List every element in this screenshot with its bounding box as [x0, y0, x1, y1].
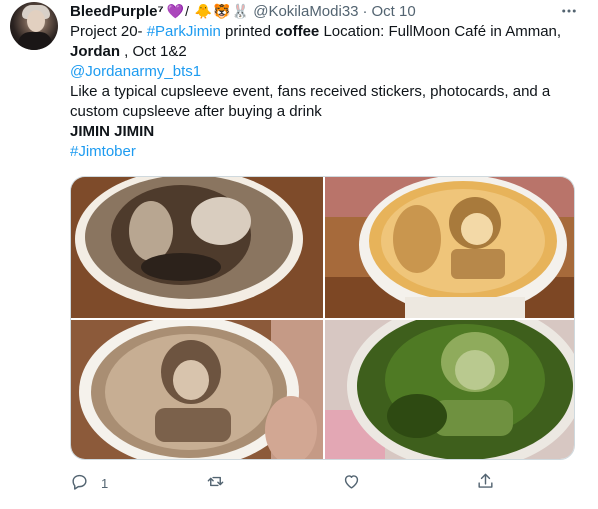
- text-segment: printed: [220, 23, 276, 40]
- matcha-photo-4[interactable]: [325, 320, 574, 459]
- text-segment: Project 20-: [70, 23, 147, 40]
- reply-icon: [70, 472, 89, 494]
- avatar-body: [18, 32, 52, 50]
- text-segment: Location: FullMoon Café in Amman,: [319, 23, 562, 40]
- text-line-1: Project 20- #ParkJimin printed coffee Lo…: [70, 22, 580, 42]
- name-emojis: 💜/ 🐥🐯🐰: [166, 2, 251, 19]
- avatar-face: [27, 10, 45, 32]
- latte-photo-3[interactable]: [71, 320, 323, 459]
- text-segment: custom cupsleeve after buying a drink: [70, 103, 322, 120]
- bold-jimin-jimin: JIMIN JIMIN: [70, 123, 155, 140]
- tweet[interactable]: BleedPurple⁷ 💜/ 🐥🐯🐰 @KokilaModi33 · Oct …: [0, 0, 598, 509]
- bold-jordan: Jordan: [70, 43, 121, 60]
- text-line-4: Like a typical cupsleeve event, fans rec…: [70, 82, 580, 102]
- text-line-3: @Jordanarmy_bts1: [70, 62, 580, 82]
- retweet-icon: [206, 472, 225, 494]
- tweet-header: BleedPurple⁷ 💜/ 🐥🐯🐰 @KokilaModi33 · Oct …: [70, 2, 416, 20]
- text-segment: Like a typical cupsleeve event, fans rec…: [70, 83, 551, 100]
- latte-photo-2[interactable]: [325, 177, 574, 318]
- header-separator: ·: [362, 2, 368, 20]
- retweet-button[interactable]: [206, 470, 237, 496]
- like-button[interactable]: [342, 470, 373, 496]
- user-handle[interactable]: @KokilaModi33: [253, 3, 358, 20]
- text-line-6: JIMIN JIMIN: [70, 122, 580, 142]
- hashtag-jimtober[interactable]: #Jimtober: [70, 143, 136, 160]
- tweet-date[interactable]: Oct 10: [372, 3, 416, 20]
- reply-count: 1: [101, 475, 109, 491]
- latte-photo-1[interactable]: [71, 177, 323, 318]
- text-segment: , Oct 1&2: [120, 43, 187, 60]
- text-line-2: Jordan , Oct 1&2: [70, 42, 580, 62]
- tweet-text: Project 20- #ParkJimin printed coffee Lo…: [70, 22, 580, 162]
- more-options-icon[interactable]: [557, 2, 581, 20]
- avatar[interactable]: [10, 2, 58, 50]
- share-button[interactable]: [476, 470, 507, 496]
- display-name[interactable]: BleedPurple⁷: [70, 3, 164, 20]
- heart-icon: [342, 472, 361, 494]
- bold-coffee: coffee: [275, 23, 320, 40]
- hashtag-parkjimin[interactable]: #ParkJimin: [147, 23, 221, 40]
- mention-link[interactable]: @Jordanarmy_bts1: [70, 63, 201, 80]
- share-icon: [476, 472, 495, 494]
- reply-button[interactable]: 1: [70, 470, 108, 496]
- media-grid: [70, 176, 575, 460]
- action-bar: 1: [70, 470, 510, 496]
- text-line-5: custom cupsleeve after buying a drink: [70, 102, 580, 122]
- text-line-7: #Jimtober: [70, 142, 580, 162]
